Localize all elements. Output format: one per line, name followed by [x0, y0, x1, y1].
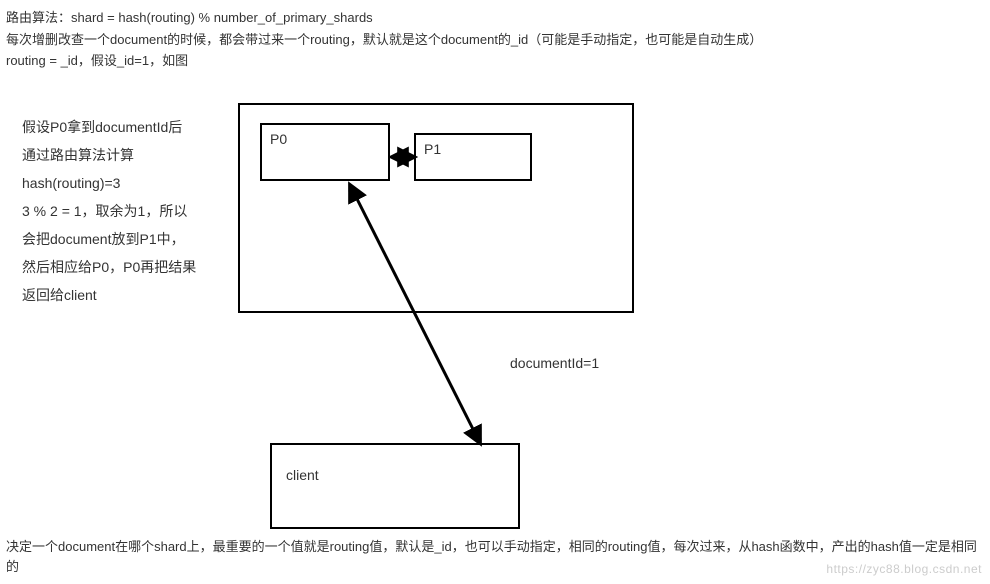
explain-line: 返回给client — [22, 281, 227, 309]
intro-line-2: 每次增删改查一个document的时候，都会带过来一个routing，默认就是这… — [6, 30, 984, 50]
explain-line: hash(routing)=3 — [22, 169, 227, 197]
explain-line: 会把document放到P1中， — [22, 225, 227, 253]
shard-p0-label: P0 — [270, 131, 287, 147]
client-label: client — [286, 467, 319, 483]
shard-p0: P0 — [260, 123, 390, 181]
explanation-text: 假设P0拿到documentId后 通过路由算法计算 hash(routing)… — [22, 113, 227, 309]
intro-line-3: routing = _id，假设_id=1，如图 — [6, 51, 984, 71]
intro-line-1: 路由算法：shard = hash(routing) % number_of_p… — [6, 8, 984, 28]
shard-p1: P1 — [414, 133, 532, 181]
diagram: 假设P0拿到documentId后 通过路由算法计算 hash(routing)… — [0, 73, 990, 533]
client-box: client — [270, 443, 520, 529]
explain-line: 3 % 2 = 1，取余为1，所以 — [22, 197, 227, 225]
intro-text: 路由算法：shard = hash(routing) % number_of_p… — [0, 0, 990, 71]
shard-p1-label: P1 — [424, 141, 441, 157]
explain-line: 假设P0拿到documentId后 — [22, 113, 227, 141]
explain-line: 然后相应给P0，P0再把结果 — [22, 253, 227, 281]
watermark: https://zyc88.blog.csdn.net — [826, 560, 982, 578]
arrow-label: documentId=1 — [510, 353, 599, 374]
explain-line: 通过路由算法计算 — [22, 141, 227, 169]
